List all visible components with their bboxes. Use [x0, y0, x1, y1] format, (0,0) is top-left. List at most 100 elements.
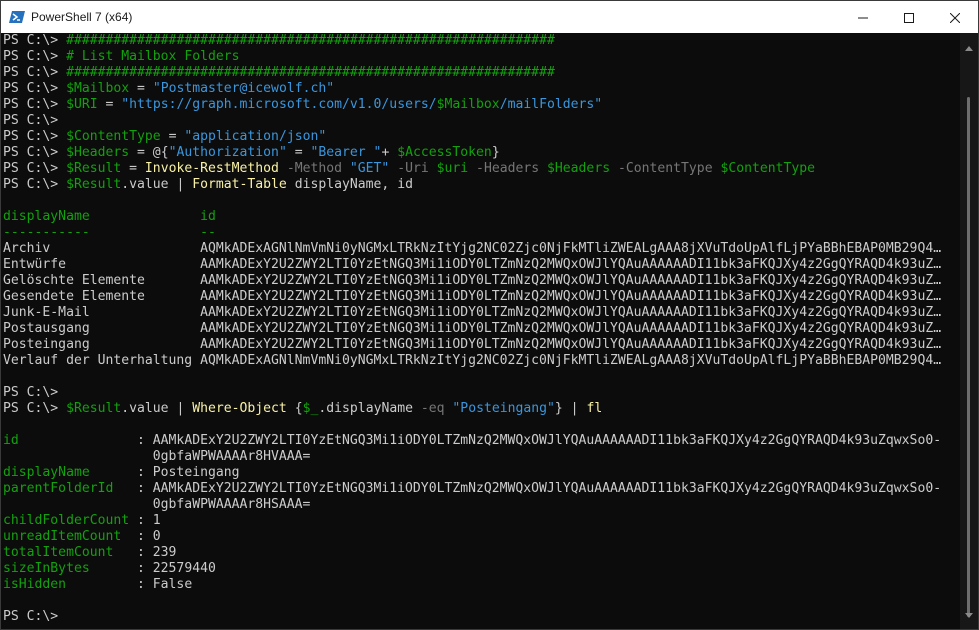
terminal-segment: Junk-E-Mail AAMkADExY2U2ZWY2LTI0YzEtNGQ3… [3, 305, 942, 320]
terminal-line: displayName : Posteingang [3, 465, 959, 481]
terminal-line: PS C:\> $Mailbox = "Postmaster@icewolf.c… [3, 81, 959, 97]
terminal-segment: + [381, 145, 398, 160]
terminal-segment: : Posteingang [137, 465, 240, 480]
terminal-segment: { [286, 401, 303, 416]
terminal-line: PS C:\> [3, 609, 959, 625]
terminal-segment: .displayName [318, 401, 421, 416]
terminal-line: unreadItemCount : 0 [3, 529, 959, 545]
terminal-segment: Entwürfe AAMkADExY2U2ZWY2LTI0YzEtNGQ3Mi1… [3, 257, 942, 272]
terminal-segment: # List Mailbox Folders [66, 49, 240, 64]
terminal-output[interactable]: PS C:\> ################################… [1, 33, 959, 629]
terminal-segment: childFolderCount [3, 513, 138, 528]
terminal-segment: -eq [420, 401, 445, 416]
terminal-line: Entwürfe AAMkADExY2U2ZWY2LTI0YzEtNGQ3Mi1… [3, 257, 959, 273]
terminal-segment: PS C:\> [3, 113, 59, 128]
terminal-segment: $Headers [66, 145, 130, 160]
terminal-line: PS C:\> [3, 113, 959, 129]
terminal-segment: $Headers [547, 161, 611, 176]
terminal-segment: PS C:\> [3, 65, 67, 80]
terminal-line: Gesendete Elemente AAMkADExY2U2ZWY2LTI0Y… [3, 289, 959, 305]
scroll-down-icon[interactable] [965, 613, 973, 618]
terminal-segment: -Headers [468, 161, 548, 176]
terminal-segment: Archiv AQMkADExAGNlNmVmNi0yNGMxLTRkNzItY… [3, 241, 942, 256]
terminal-segment: Gesendete Elemente AAMkADExY2U2ZWY2LTI0Y… [3, 289, 942, 304]
terminal-segment: } [491, 145, 500, 160]
title-bar[interactable]: PowerShell 7 (x64) [1, 1, 978, 33]
terminal-segment: ########################################… [66, 33, 555, 48]
terminal-segment: ----------- -- [3, 225, 216, 240]
terminal-line: 0gbfaWPWAAAAr8HSAAA= [3, 497, 959, 513]
terminal-line: childFolderCount : 1 [3, 513, 959, 529]
terminal-segment: displayName id [3, 209, 216, 224]
terminal-segment: displayName [3, 465, 138, 480]
maximize-icon [904, 8, 914, 27]
terminal-segment: "application/json" [184, 129, 327, 144]
terminal-segment: PS C:\> [3, 129, 67, 144]
terminal-segment: /mailFolders" [499, 97, 603, 112]
terminal-line: Postausgang AAMkADExY2U2ZWY2LTI0YzEtNGQ3… [3, 321, 959, 337]
terminal-segment: "GET" [349, 161, 390, 176]
terminal-line: Gelöschte Elemente AAMkADExY2U2ZWY2LTI0Y… [3, 273, 959, 289]
vertical-scrollbar[interactable] [960, 33, 978, 629]
terminal-segment: PS C:\> [3, 81, 67, 96]
terminal-segment: $uri [436, 161, 469, 176]
terminal-line: sizeInBytes : 22579440 [3, 561, 959, 577]
terminal-segment: $AccessToken [397, 145, 492, 160]
terminal-segment: 0gbfaWPWAAAAr8HSAAA= [3, 497, 311, 512]
terminal-segment: PS C:\> [3, 145, 67, 160]
terminal-segment: -ContentType [610, 161, 721, 176]
terminal-segment: : 22579440 [137, 561, 216, 576]
terminal-line: PS C:\> # List Mailbox Folders [3, 49, 959, 65]
minimize-button[interactable] [840, 1, 886, 33]
terminal-segment: PS C:\> [3, 609, 59, 624]
terminal-segment: 0gbfaWPWAAAAr8HVAAA= [3, 449, 311, 464]
terminal-segment: PS C:\> [3, 177, 67, 192]
terminal-segment: $Mailbox [66, 81, 130, 96]
terminal-line: displayName id [3, 209, 959, 225]
terminal-segment: $_ [302, 401, 319, 416]
scrollbar-thumb[interactable] [967, 97, 970, 617]
terminal-segment: Invoke-RestMethod [144, 161, 279, 176]
minimize-icon [858, 8, 868, 27]
terminal-segment: -Method [278, 161, 350, 176]
terminal-segment: isHidden [3, 577, 138, 592]
terminal-segment: unreadItemCount [3, 529, 138, 544]
terminal-segment: PS C:\> [3, 33, 67, 48]
powershell-icon [9, 9, 25, 25]
terminal-segment: PS C:\> [3, 49, 67, 64]
terminal-line: PS C:\> $Headers = @{"Authorization" = "… [3, 145, 959, 161]
terminal-line: Junk-E-Mail AAMkADExY2U2ZWY2LTI0YzEtNGQ3… [3, 305, 959, 321]
terminal-segment: ########################################… [66, 65, 555, 80]
terminal-line: id : AAMkADExY2U2ZWY2LTI0YzEtNGQ3Mi1iODY… [3, 433, 959, 449]
terminal-line: isHidden : False [3, 577, 959, 593]
close-button[interactable] [932, 1, 978, 33]
terminal-segment: id [3, 433, 138, 448]
terminal-segment: $Result [66, 161, 122, 176]
terminal-line: PS C:\> $URI = "https://graph.microsoft.… [3, 97, 959, 113]
terminal-line: totalItemCount : 239 [3, 545, 959, 561]
terminal-segment: .value | [121, 401, 193, 416]
terminal-segment: sizeInBytes [3, 561, 138, 576]
terminal-segment: Gelöschte Elemente AAMkADExY2U2ZWY2LTI0Y… [3, 273, 942, 288]
terminal-segment: displayName, id [286, 177, 413, 192]
terminal-segment: "Posteingang" [452, 401, 555, 416]
window-controls [840, 1, 978, 33]
terminal-segment: = [286, 145, 311, 160]
terminal-segment: -Uri [389, 161, 437, 176]
terminal-segment: PS C:\> [3, 97, 67, 112]
terminal-segment: Postausgang AAMkADExY2U2ZWY2LTI0YzEtNGQ3… [3, 321, 942, 336]
scroll-up-icon[interactable] [965, 46, 973, 51]
maximize-button[interactable] [886, 1, 932, 33]
terminal-segment: PS C:\> [3, 161, 67, 176]
terminal-segment: : 1 [137, 513, 161, 528]
terminal-segment: = [121, 161, 145, 176]
terminal-segment: "Postmaster@icewolf.ch" [152, 81, 335, 96]
terminal-line: PS C:\> $Result.value | Where-Object {$_… [3, 401, 959, 417]
terminal-segment: PS C:\> [3, 401, 67, 416]
terminal-segment: } | [554, 401, 587, 416]
terminal-line: PS C:\> $Result.value | Format-Table dis… [3, 177, 959, 193]
terminal-segment: $Result [66, 177, 122, 192]
terminal-line: PS C:\> [3, 385, 959, 401]
